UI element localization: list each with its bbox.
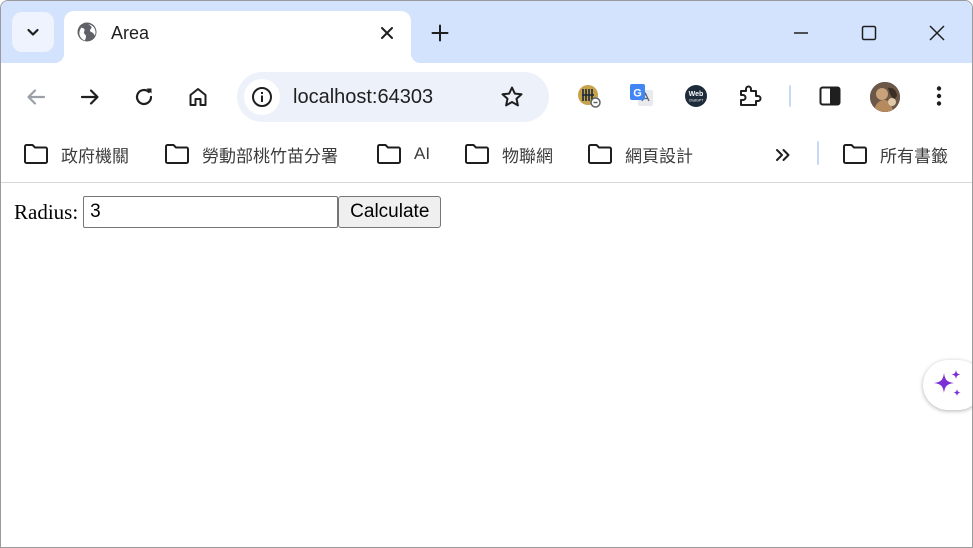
info-icon (252, 87, 272, 107)
sparkle-icon (934, 370, 961, 397)
maximize-icon (861, 25, 877, 41)
radius-label: Radius: (14, 200, 79, 224)
tab-title: Area (111, 23, 150, 43)
minimize-button[interactable] (789, 21, 813, 45)
all-bookmarks-folder[interactable]: 所有書籤 (842, 142, 948, 166)
forward-button[interactable] (76, 83, 104, 111)
folder-icon (588, 144, 612, 164)
bookmark-folder-3[interactable]: 物聯網 (464, 142, 553, 166)
globe-icon (77, 22, 97, 42)
tab-close-button[interactable] (376, 22, 398, 44)
tab-strip: Area (1, 1, 972, 63)
chevron-down-icon (27, 28, 39, 36)
home-icon (189, 88, 207, 106)
radius-form: Radius: Calculate (14, 196, 442, 228)
side-panel-icon (819, 86, 841, 106)
bookmark-label: 所有書籤 (880, 146, 948, 166)
google-translate-extension-button[interactable]: G (628, 82, 656, 110)
star-icon (501, 86, 523, 107)
site-info-button[interactable] (244, 79, 280, 115)
google-translate-icon: G (630, 84, 653, 106)
close-icon (381, 27, 393, 39)
webchatgpt-extension-button[interactable]: Web ChatGPT (682, 82, 710, 110)
close-window-button[interactable] (925, 21, 949, 45)
avatar[interactable] (870, 82, 900, 112)
svg-text:G: G (633, 88, 642, 100)
reload-icon (135, 88, 153, 106)
address-bar[interactable]: localhost:64303 (237, 72, 549, 122)
minimize-icon (794, 32, 808, 34)
bookmark-label: 政府機關 (61, 146, 129, 166)
folder-icon (843, 144, 867, 164)
bookmark-folder-4[interactable]: 網頁設計 (587, 142, 693, 166)
bookmark-label: 勞動部桃竹苗分署 (202, 146, 338, 166)
assistant-button[interactable] (923, 360, 972, 410)
bookmark-label: 物聯網 (502, 146, 553, 166)
folder-icon (165, 144, 189, 164)
reload-button[interactable] (130, 83, 158, 111)
kebab-menu-icon (936, 86, 942, 106)
bookmark-folder-1[interactable]: 勞動部桃竹苗分署 (164, 142, 338, 166)
bookmark-label: 網頁設計 (625, 146, 693, 166)
maximize-button[interactable] (857, 21, 881, 45)
arrow-left-icon (27, 89, 46, 105)
tab-search-button[interactable] (12, 12, 54, 52)
folder-icon (24, 144, 48, 164)
plus-icon (431, 24, 449, 42)
bookmark-folder-2[interactable]: AI (376, 142, 430, 166)
keeper-icon (578, 85, 601, 108)
webchatgpt-icon: Web ChatGPT (685, 85, 707, 107)
menu-button[interactable] (925, 82, 953, 110)
bookmark-label: AI (414, 144, 431, 163)
calculate-button[interactable]: Calculate (338, 196, 442, 228)
toolbar-separator (789, 85, 791, 107)
folder-icon (377, 144, 401, 164)
arrow-right-icon (80, 89, 99, 105)
back-button[interactable] (22, 83, 50, 111)
svg-text:Web: Web (689, 91, 704, 98)
extensions-button[interactable] (736, 82, 764, 110)
double-chevron-right-icon (776, 149, 790, 161)
toolbar: localhost:64303 G Web ChatGPT (1, 63, 972, 131)
url-text[interactable]: localhost:64303 (293, 85, 433, 109)
more-bookmarks-button[interactable] (772, 144, 794, 166)
puzzle-icon (740, 85, 762, 106)
radius-input[interactable] (83, 196, 339, 228)
home-button[interactable] (184, 83, 212, 111)
side-panel-button[interactable] (816, 82, 844, 110)
profile-photo-icon (870, 82, 900, 112)
tab-active[interactable]: Area (54, 11, 421, 63)
close-icon (929, 25, 945, 41)
folder-icon (465, 144, 489, 164)
page-content: Radius: Calculate (1, 184, 972, 547)
bookmark-star-button[interactable] (499, 84, 525, 110)
browser-window: Area localhost:64303 G Web ChatGPT 政府機關 … (0, 0, 973, 548)
bookmarks-bar: 政府機關 勞動部桃竹苗分署 AI 物聯網 網頁設計 所有書籤 (1, 131, 972, 183)
bookmark-folder-0[interactable]: 政府機關 (23, 142, 129, 166)
keeper-extension-button[interactable] (575, 82, 603, 110)
bookmarks-separator (817, 141, 819, 165)
svg-text:ChatGPT: ChatGPT (689, 99, 704, 103)
new-tab-button[interactable] (429, 22, 451, 44)
